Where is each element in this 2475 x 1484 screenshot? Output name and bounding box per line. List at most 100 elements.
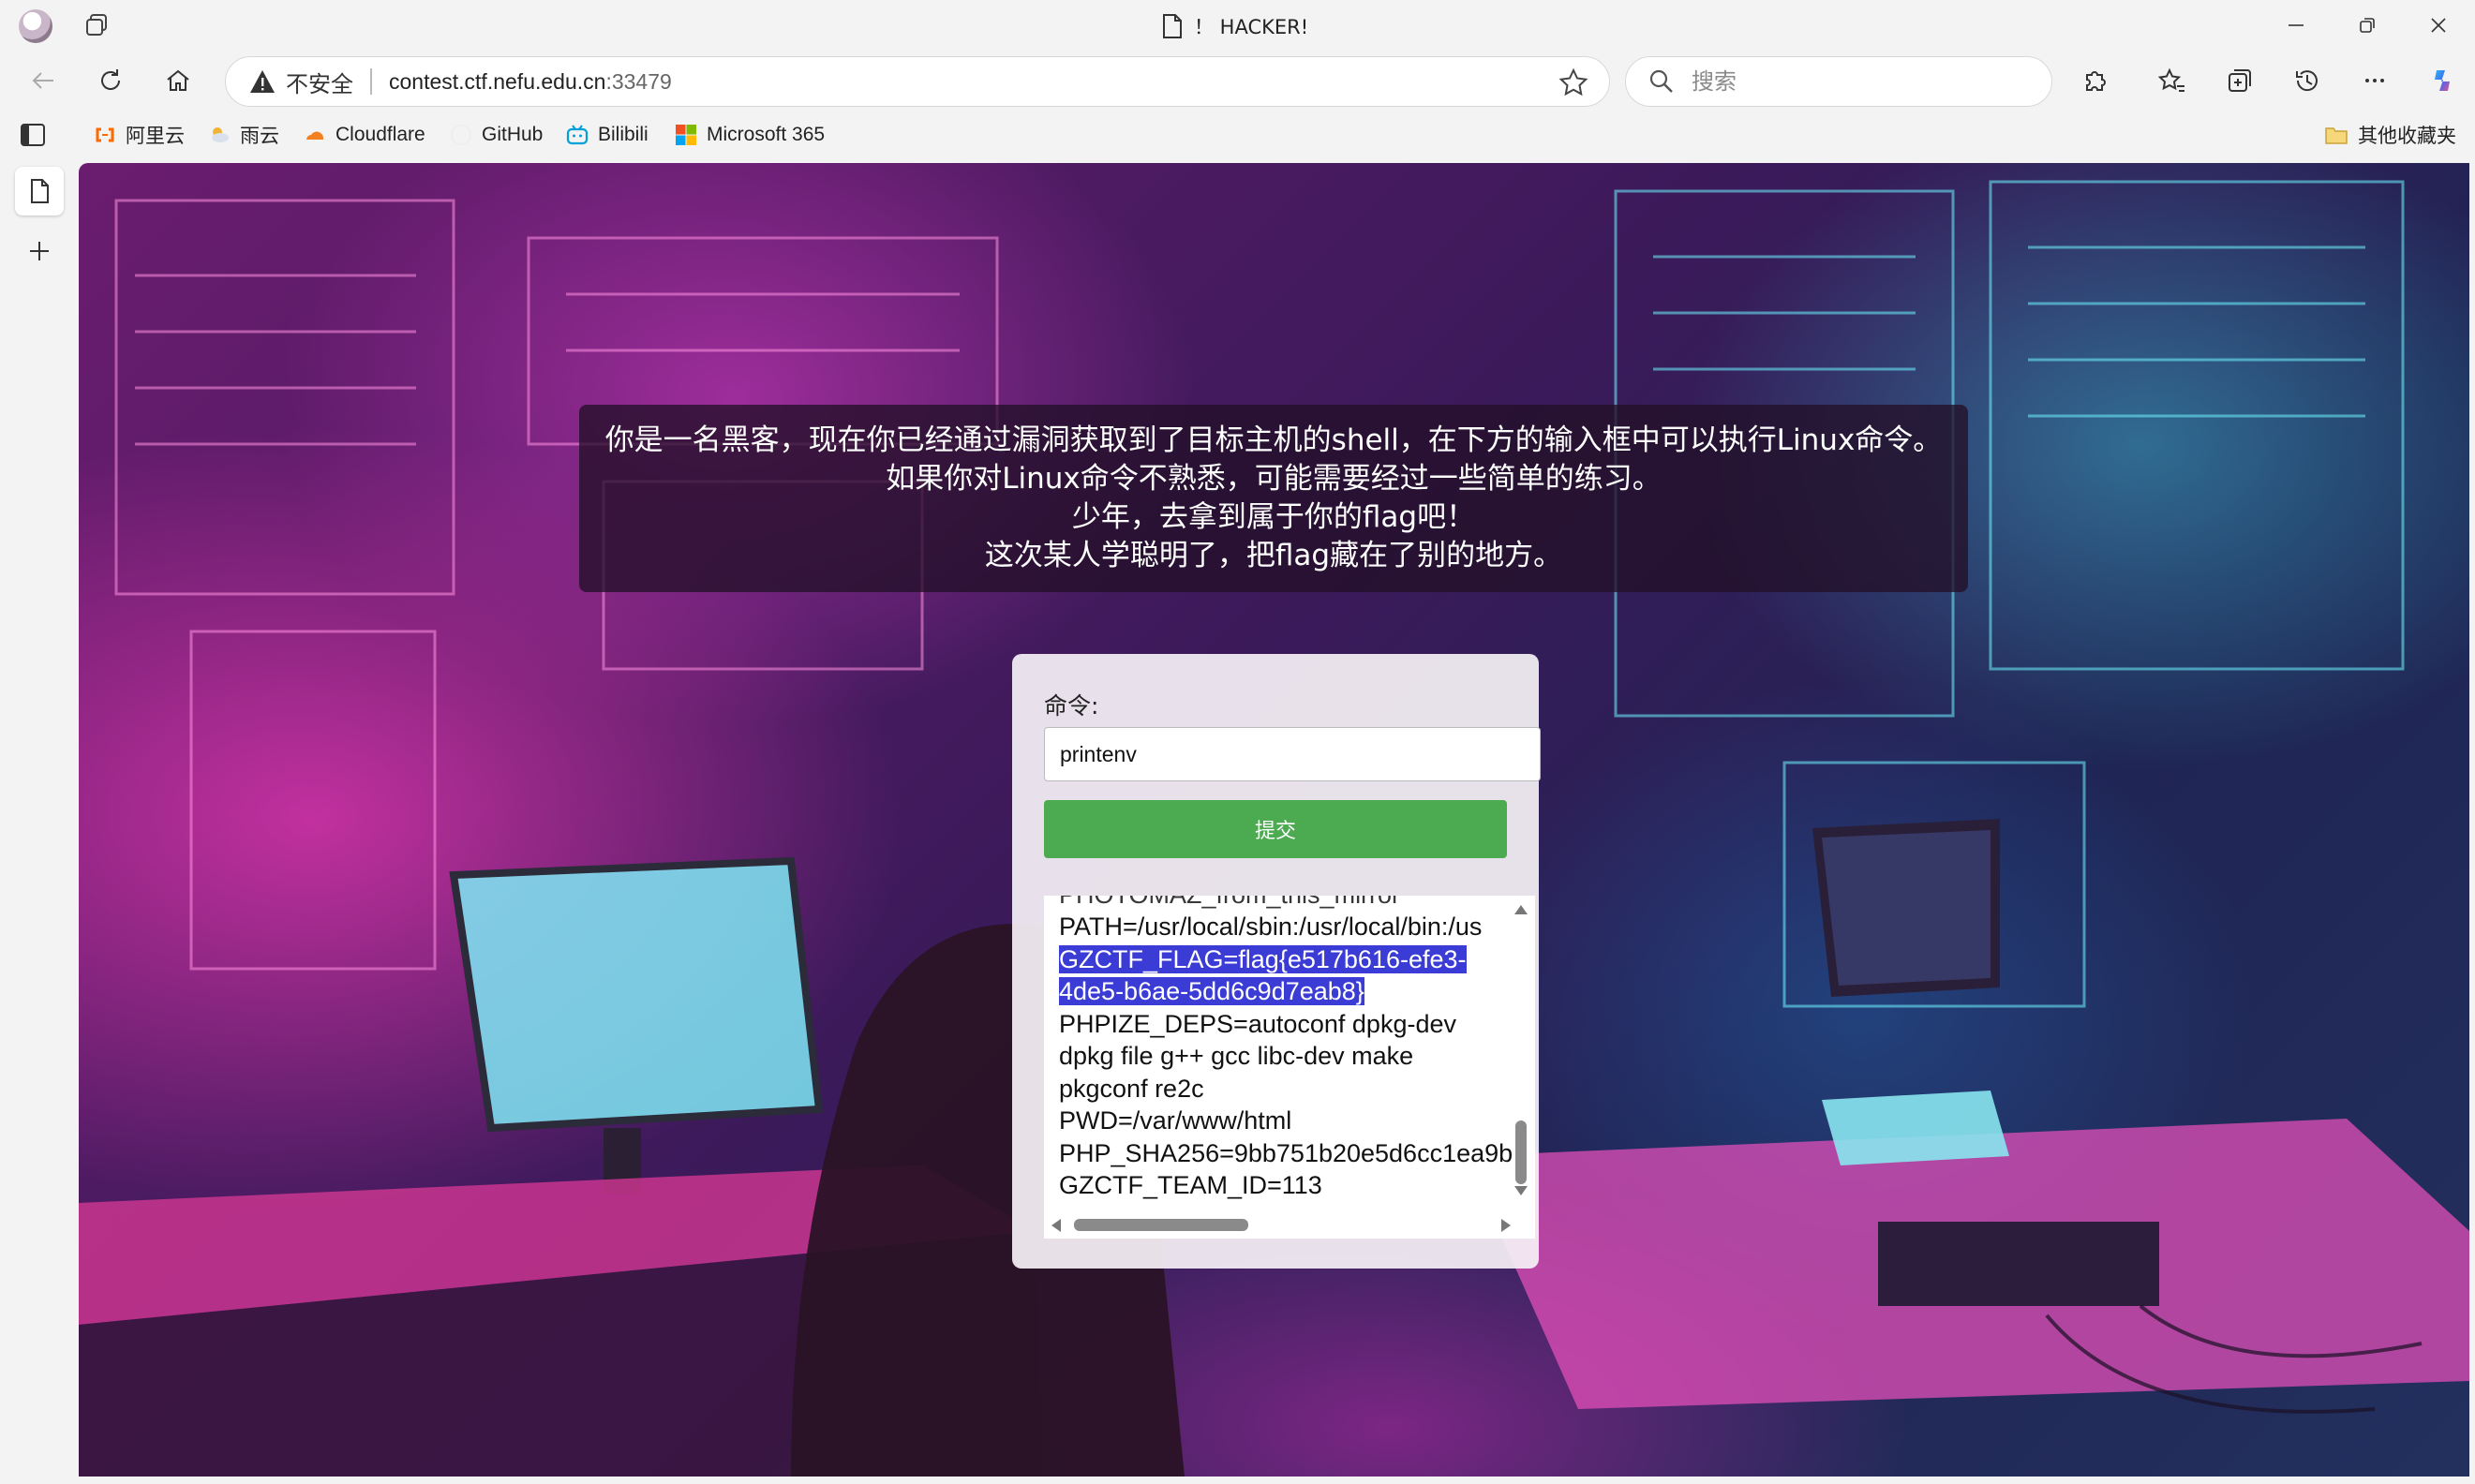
restore-button[interactable] <box>2332 0 2403 51</box>
more-menu-button[interactable] <box>2352 58 2397 103</box>
bookmark-label: Cloudflare <box>335 124 425 145</box>
intro-line: 少年，去拿到属于你的flag吧！ <box>1071 500 1476 534</box>
scroll-left-arrow-icon[interactable] <box>1051 1219 1061 1232</box>
restore-icon <box>2360 18 2375 33</box>
favorites-button[interactable] <box>2150 58 2195 103</box>
home-icon <box>167 69 189 91</box>
title-bar: ！ HACKER! <box>0 0 2475 52</box>
tab-current-page[interactable] <box>15 167 64 215</box>
output-line: PWD=/var/www/html <box>1059 1106 1292 1135</box>
intro-line: 你是一名黑客，现在你已经通过漏洞获取到了目标主机的shell，在下方的输入框中可… <box>604 423 1943 457</box>
bookmark-label: 阿里云 <box>126 126 185 147</box>
security-status-label[interactable]: 不安全 <box>286 66 353 98</box>
horizontal-scrollbar[interactable] <box>1051 1216 1511 1233</box>
document-icon <box>1163 14 1182 38</box>
extensions-button[interactable] <box>2073 58 2118 103</box>
aliyun-icon <box>96 127 114 142</box>
output-line: 4de5-b6ae-5dd6c9d7eab8} <box>1059 975 1518 1008</box>
other-favorites-label: 其他收藏夹 <box>2358 125 2456 147</box>
vertical-tabs-sidebar <box>0 161 79 1484</box>
bilibili-icon <box>566 125 589 145</box>
favorite-star-icon[interactable] <box>1558 67 1588 97</box>
close-icon <box>2431 18 2446 33</box>
back-button[interactable] <box>21 58 66 103</box>
search-box[interactable] <box>1625 56 2052 107</box>
output-lines: PHOTOMAZ_from_this_mirror PATH=/usr/loca… <box>1059 896 1518 1202</box>
output-line: PHPIZE_DEPS=autoconf dpkg-dev <box>1059 1009 1456 1038</box>
tab-actions-icon[interactable] <box>82 11 111 39</box>
collections-icon <box>2229 69 2251 92</box>
bookmark-bilibili[interactable]: Bilibili <box>566 120 649 150</box>
arrow-left-icon <box>32 72 53 89</box>
github-icon <box>451 125 471 145</box>
url-host: contest.ctf.nefu.edu.cn <box>389 68 606 94</box>
command-output-area[interactable]: PHOTOMAZ_from_this_mirror PATH=/usr/loca… <box>1044 896 1535 1239</box>
vertical-scroll-thumb[interactable] <box>1515 1120 1527 1184</box>
puzzle-icon <box>2086 71 2106 91</box>
output-line: PHOTOMAZ_from_this_mirror <box>1059 896 1518 911</box>
url-text[interactable]: contest.ctf.nefu.edu.cn:33479 <box>389 69 672 95</box>
bookmark-github[interactable]: GitHub <box>450 120 543 150</box>
cloudflare-icon <box>306 131 323 140</box>
bookmark-cloudflare[interactable]: Cloudflare <box>304 120 425 150</box>
bookmarks-bar: 阿里云 雨云 Cloudflare GitHub Bilibili Micros… <box>0 109 2475 161</box>
sidebar-toggle-icon[interactable] <box>19 122 47 148</box>
refresh-icon <box>101 69 120 90</box>
copilot-icon <box>2435 70 2450 91</box>
left-monitor-shape <box>449 856 824 1194</box>
new-tab-button[interactable] <box>15 227 64 275</box>
close-window-button[interactable] <box>2403 0 2474 51</box>
minimize-icon <box>2289 24 2304 26</box>
bookmark-aliyun[interactable]: 阿里云 <box>94 120 185 150</box>
submit-button[interactable]: 提交 <box>1044 800 1507 858</box>
bookmark-label: Bilibili <box>598 124 649 145</box>
output-line: GZCTF_FLAG=flag{e517b616-efe3- <box>1059 943 1518 976</box>
search-input[interactable] <box>1692 68 2029 95</box>
vertical-scrollbar[interactable] <box>1514 905 1528 1195</box>
bookmark-microsoft-365[interactable]: Microsoft 365 <box>675 120 825 150</box>
search-icon <box>1649 69 1673 93</box>
browser-window: ！ HACKER! 不安全 contest.ctf.nefu.edu.cn:33… <box>0 0 2475 1484</box>
collections-button[interactable] <box>2217 58 2262 103</box>
flag-line-selected: 4de5-b6ae-5dd6c9d7eab8} <box>1059 977 1364 1005</box>
bookmark-rainyun[interactable]: 雨云 <box>208 120 279 150</box>
copilot-button[interactable] <box>2420 58 2465 103</box>
address-separator <box>370 68 372 95</box>
other-favorites-folder[interactable]: 其他收藏夹 <box>2324 120 2456 150</box>
warning-icon[interactable] <box>248 68 276 95</box>
scroll-up-arrow-icon[interactable] <box>1514 905 1528 914</box>
challenge-intro-box: 你是一名黑客，现在你已经通过漏洞获取到了目标主机的shell，在下方的输入框中可… <box>579 405 1968 592</box>
output-line: GZCTF_TEAM_ID=113 <box>1059 1171 1322 1199</box>
bookmark-label: 雨云 <box>240 126 279 147</box>
output-line: dpkg file g++ gcc libc-dev make <box>1059 1042 1414 1070</box>
window-title-text: ！ HACKER! <box>1194 16 1309 38</box>
refresh-button[interactable] <box>88 58 133 103</box>
output-line: PATH=/usr/local/sbin:/usr/local/bin:/us <box>1059 913 1483 941</box>
intro-line: 这次某人学聪明了，把flag藏在了别的地方。 <box>984 539 1563 572</box>
history-button[interactable] <box>2285 58 2330 103</box>
flag-line-selected: GZCTF_FLAG=flag{e517b616-efe3- <box>1059 944 1467 973</box>
more-dots-icon <box>2365 79 2384 82</box>
bookmark-label: Microsoft 365 <box>707 124 826 145</box>
output-line: pkgconf re2c <box>1059 1074 1204 1103</box>
folder-icon <box>2325 127 2348 144</box>
command-input[interactable] <box>1044 727 1541 781</box>
scroll-right-arrow-icon[interactable] <box>1501 1219 1511 1232</box>
address-bar[interactable]: 不安全 contest.ctf.nefu.edu.cn:33479 <box>225 56 1610 107</box>
profile-avatar-icon[interactable] <box>19 9 52 43</box>
output-line: PHP_SHA256=9bb751b20e5d6cc1ea9b <box>1059 1138 1513 1167</box>
command-panel: 命令: 提交 PHOTOMAZ_from_this_mirror PATH=/u… <box>1012 654 1541 1269</box>
home-button[interactable] <box>156 58 201 103</box>
navigation-toolbar: 不安全 contest.ctf.nefu.edu.cn:33479 <box>0 52 2475 109</box>
minimize-button[interactable] <box>2260 0 2332 51</box>
plus-icon <box>30 242 49 260</box>
history-icon <box>2296 70 2318 92</box>
scroll-down-arrow-icon[interactable] <box>1514 1186 1528 1195</box>
horizontal-scroll-thumb[interactable] <box>1074 1219 1248 1231</box>
bookmark-label: GitHub <box>482 124 544 145</box>
command-label: 命令: <box>1044 692 1099 720</box>
page-icon <box>31 179 49 203</box>
intro-line: 如果你对Linux命令不熟悉，可能需要经过一些简单的练习。 <box>886 462 1662 496</box>
rainyun-icon <box>212 127 229 142</box>
favorites-list-icon <box>2158 67 2184 92</box>
